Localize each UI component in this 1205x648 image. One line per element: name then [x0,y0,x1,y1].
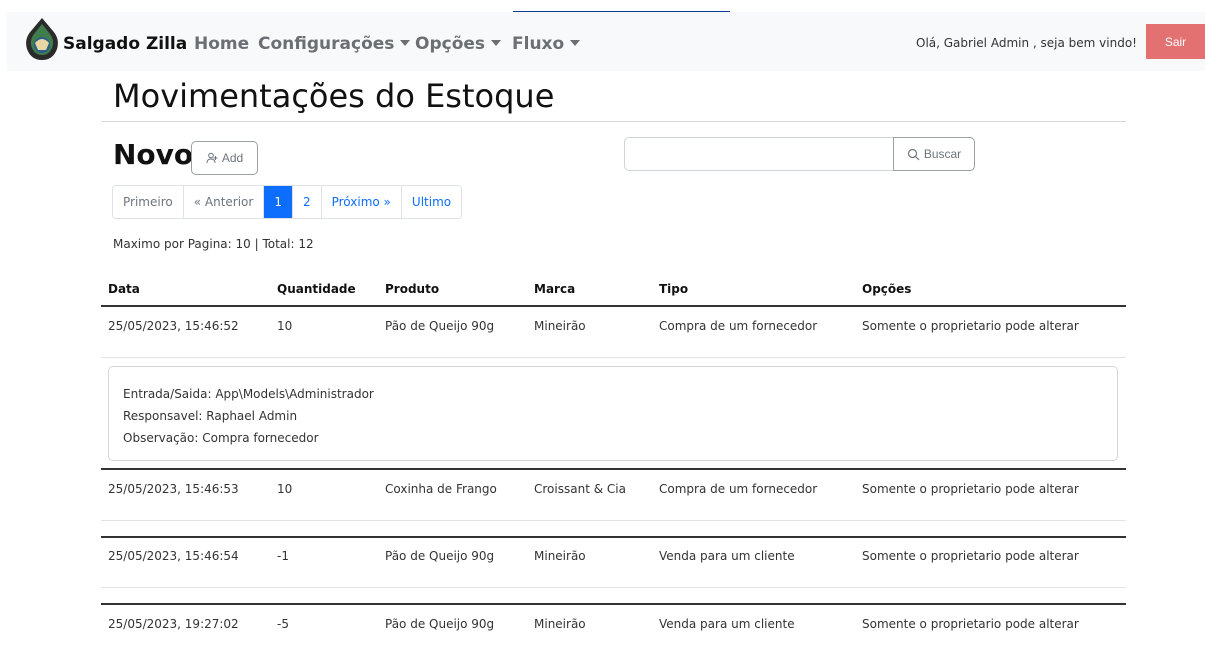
cell-opcoes: Somente o proprietario pode alterar [862,617,1079,631]
caret-down-icon [400,40,411,46]
row-divider [101,357,1126,358]
nav-configuracoes-label: Configurações [258,34,395,54]
row-divider [101,520,1126,521]
detail-observacao: Observação: Compra fornecedor [123,431,319,445]
column-header-quantidade: Quantidade [277,282,356,296]
cell-opcoes: Somente o proprietario pode alterar [862,549,1079,563]
cell-quantidade: 10 [277,319,293,333]
column-header-tipo: Tipo [659,282,689,296]
cell-tipo: Venda para um cliente [659,549,795,563]
cell-opcoes: Somente o proprietario pode alterar [862,482,1079,496]
column-header-data: Data [108,282,140,296]
row-group-rule [101,468,1126,470]
page-2[interactable]: 2 [292,186,322,218]
nav-fluxo-dropdown[interactable]: Fluxo [512,34,581,54]
logo-icon[interactable] [23,17,61,62]
search-button[interactable]: Buscar [893,137,975,171]
cell-opcoes: Somente o proprietario pode alterar [862,319,1079,333]
detail-responsavel: Responsavel: Raphael Admin [123,409,298,423]
page-first[interactable]: Primeiro [113,186,184,218]
page-last[interactable]: Ultimo [401,186,462,218]
cell-produto: Pão de Queijo 90g [385,319,495,333]
add-button-label: Add [221,151,244,165]
cell-marca: Croissant & Cia [534,482,626,496]
cell-tipo: Compra de um fornecedor [659,319,818,333]
cell-produto: Pão de Queijo 90g [385,549,495,563]
pagination: Primeiro « Anterior 1 2 Próximo » Ultimo [112,185,463,219]
greeting-text: Olá, Gabriel Admin , seja bem vindo! [916,36,1137,50]
search-button-label: Buscar [923,147,962,161]
search-icon [907,148,920,160]
nav-configuracoes-dropdown[interactable]: Configurações [258,34,411,54]
page-1[interactable]: 1 [264,186,293,218]
cell-produto: Pão de Queijo 90g [385,617,495,631]
cell-quantidade: 10 [277,482,293,496]
cell-tipo: Venda para um cliente [659,617,795,631]
table-header-rule [101,305,1126,307]
cell-data: 25/05/2023, 15:46:52 [108,319,239,333]
detail-entrada: Entrada/Saida: App\Models\Administrador [123,387,374,401]
cell-marca: Mineirão [534,549,586,563]
cell-produto: Coxinha de Frango [385,482,497,496]
row-group-rule [101,536,1126,538]
cell-marca: Mineirão [534,617,586,631]
caret-down-icon [570,40,581,46]
search-input[interactable] [624,137,894,171]
nav-opcoes-dropdown[interactable]: Opções [415,34,502,54]
cell-data: 25/05/2023, 15:46:53 [108,482,239,496]
caret-down-icon [491,40,502,46]
page-next[interactable]: Próximo » [321,186,402,218]
cell-quantidade: -5 [277,617,289,631]
page-title: Movimentações do Estoque [113,77,555,115]
title-divider [101,121,1126,122]
add-button[interactable]: Add [191,141,258,175]
nav-home[interactable]: Home [194,34,249,54]
column-header-opcoes: Opções [862,282,912,296]
new-heading: Novo [113,138,194,171]
add-user-icon [206,152,218,164]
cell-data: 25/05/2023, 19:27:02 [108,617,239,631]
page-previous[interactable]: « Anterior [183,186,265,218]
row-group-rule [101,603,1126,605]
nav-fluxo-label: Fluxo [512,34,565,54]
cell-tipo: Compra de um fornecedor [659,482,818,496]
logout-button[interactable]: Sair [1146,24,1205,59]
cell-data: 25/05/2023, 15:46:54 [108,549,239,563]
navbar: Salgado Zilla Home Configurações Opções … [7,12,1205,71]
cell-marca: Mineirão [534,319,586,333]
cell-quantidade: -1 [277,549,289,563]
pagination-summary: Maximo por Pagina: 10 | Total: 12 [113,237,314,251]
nav-opcoes-label: Opções [415,34,486,54]
brand-name[interactable]: Salgado Zilla [63,34,187,54]
column-header-marca: Marca [534,282,576,296]
movement-detail-card: Entrada/Saida: App\Models\Administrador … [108,366,1118,461]
row-divider [101,587,1126,588]
column-header-produto: Produto [385,282,440,296]
